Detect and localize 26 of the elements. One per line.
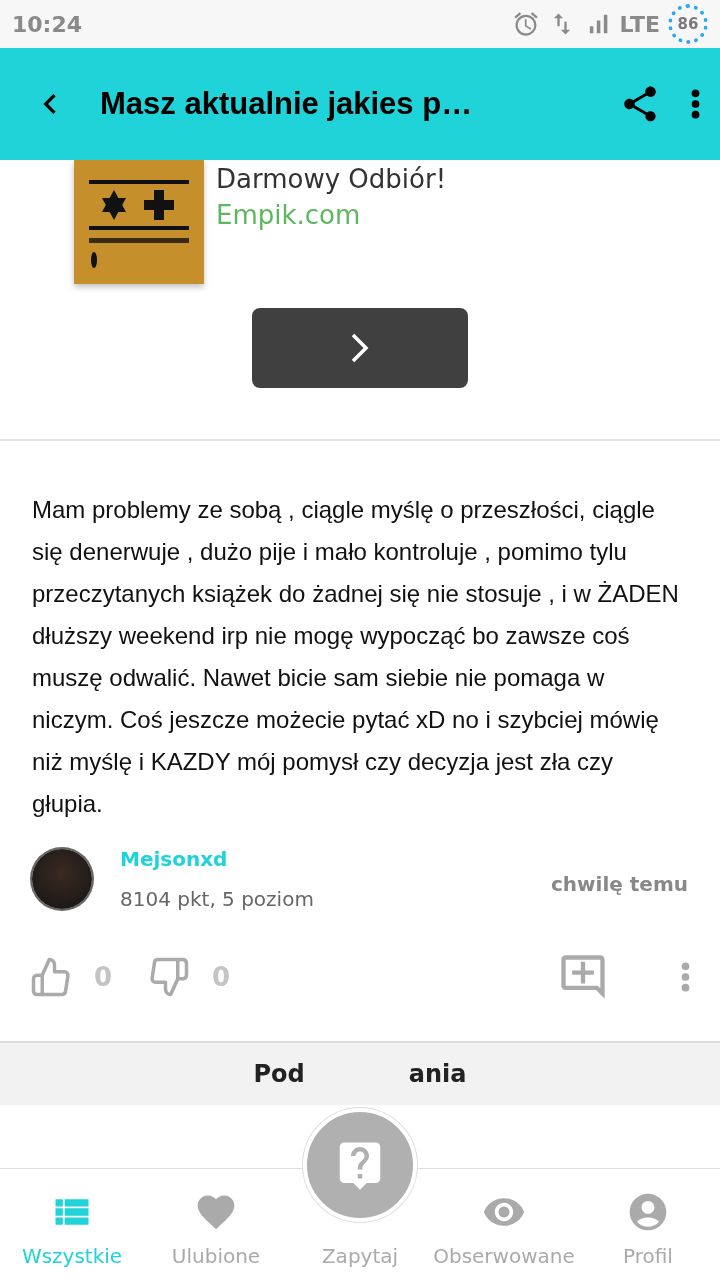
more-icon	[691, 89, 700, 119]
ad-source-link[interactable]: Empik.com	[216, 200, 447, 230]
question-text: Mam problemy ze sobą , ciągle myślę o przeszłości, ciągle się denerwuje , dużo pije i mało kontroluje , pomimo tylu przeczytanych książek do żadnej się nie stosuje , i w ŻADEN dłuższy weekend irp nie mogę wypocząć bo zawsze coś muszę odwalić. Nawet bicie sam siebie nie pomaga w niczym. Coś jeszcze możecie pytać xD no i szybciej mówię niż myślę i KAZDY mój pomysł czy decyzja jest zła czy głupia.	[31, 495, 680, 819]
nav-tab[interactable]: Ulubione	[144, 1169, 288, 1280]
page-title: Masz aktualnie jakies p…	[100, 86, 474, 122]
nav-tab[interactable]: Obserwowane	[432, 1169, 576, 1280]
avatar[interactable]	[32, 849, 92, 909]
thumbs-down-icon[interactable]	[148, 956, 191, 998]
more-icon	[681, 962, 690, 992]
battery-indicator: 86	[668, 4, 708, 44]
dislike-count: 0	[212, 962, 231, 992]
author-name[interactable]: Mejsonxd	[120, 847, 523, 871]
thumbs-up-icon[interactable]	[30, 956, 72, 998]
network-type: LTE	[619, 11, 660, 37]
chevron-right-icon	[351, 333, 369, 363]
nav-tab[interactable]: Zapytaj	[321, 1244, 399, 1268]
clock-time: 10:24	[12, 11, 83, 37]
ad-headline: Darmowy Odbiór!	[216, 164, 447, 194]
nav-tab[interactable]: Profil	[576, 1169, 720, 1280]
more-button[interactable]	[691, 89, 700, 119]
section-title: Pod	[253, 1059, 305, 1089]
like-count: 0	[94, 962, 113, 992]
nav-tab[interactable]: Wszystkie	[0, 1169, 144, 1280]
post-time: chwilę temu	[551, 871, 688, 896]
section-title: ania	[408, 1059, 467, 1089]
author-stats: 8104 pkt, 5 poziom	[120, 887, 315, 911]
